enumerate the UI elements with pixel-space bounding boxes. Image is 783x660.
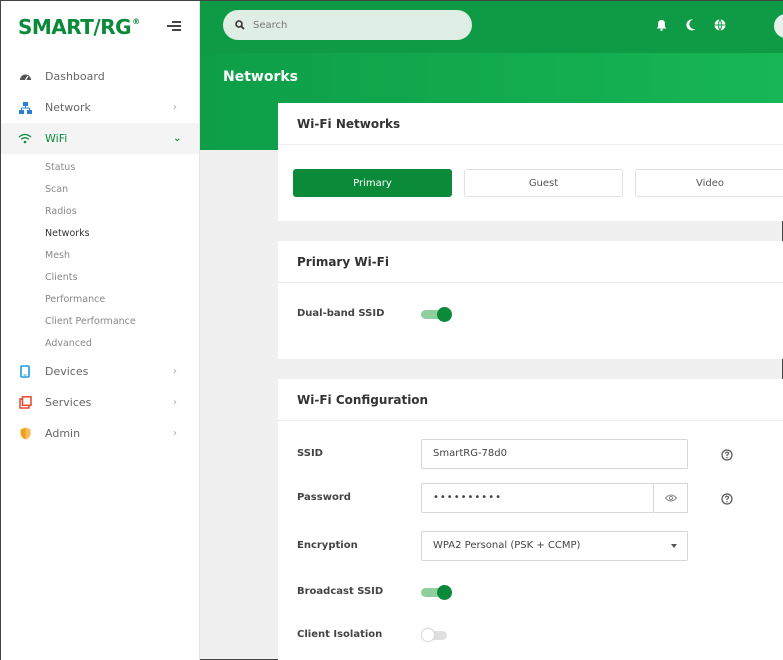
bell-icon[interactable] — [656, 19, 667, 31]
subnav-item-performance[interactable]: Performance — [1, 289, 199, 311]
subnav-item-mesh[interactable]: Mesh — [1, 245, 199, 267]
sidebar-item-label: Devices — [45, 365, 89, 378]
wifi-configuration-card: Wi-Fi Configuration SSID SmartRG-78d0 Pa… — [278, 379, 783, 660]
card-title: Wi-Fi Configuration — [278, 379, 783, 421]
card-title: Primary Wi-Fi — [278, 241, 783, 283]
sidebar: SMART/RG® Dashboard Network › WiFi ⌄ Sta… — [1, 1, 200, 660]
chevron-right-icon: › — [173, 397, 177, 408]
dual-band-toggle[interactable] — [421, 307, 453, 322]
subnav-item-clients[interactable]: Clients — [1, 267, 199, 289]
wifi-networks-card: Wi-Fi Networks Primary Guest Video — [278, 103, 783, 221]
subnav-item-client-performance[interactable]: Client Performance — [1, 311, 199, 333]
sidebar-item-label: Admin — [45, 427, 81, 440]
sidebar-nav: Dashboard Network › WiFi ⌄ Status Scan R… — [1, 61, 199, 449]
search-icon — [235, 20, 245, 30]
tab-video[interactable]: Video — [635, 169, 783, 197]
show-password-button[interactable] — [654, 483, 688, 513]
globe-icon[interactable] — [714, 19, 726, 31]
page-title: Networks — [223, 69, 299, 85]
dashboard-icon — [18, 70, 32, 84]
client-isolation-label: Client Isolation — [297, 629, 383, 640]
encryption-label: Encryption — [297, 540, 358, 551]
password-label: Password — [297, 492, 351, 503]
encryption-select[interactable]: WPA2 Personal (PSK + CCMP) — [421, 531, 688, 561]
help-icon[interactable] — [721, 449, 733, 461]
subnav-item-scan[interactable]: Scan — [1, 179, 199, 201]
sidebar-item-services[interactable]: Services › — [1, 387, 199, 418]
help-icon[interactable] — [721, 493, 733, 505]
broadcast-ssid-label: Broadcast SSID — [297, 586, 384, 597]
caret-down-icon — [671, 544, 677, 548]
chevron-right-icon: › — [173, 428, 177, 439]
card-title: Wi-Fi Networks — [278, 103, 783, 145]
menu-toggle-icon[interactable] — [167, 21, 181, 32]
password-input[interactable]: •••••••••• — [421, 483, 654, 513]
chevron-right-icon: › — [173, 102, 177, 113]
search-placeholder: Search — [253, 19, 288, 31]
wifi-subnav: Status Scan Radios Networks Mesh Clients… — [1, 154, 199, 356]
avatar[interactable] — [774, 14, 783, 38]
sidebar-item-devices[interactable]: Devices › — [1, 356, 199, 387]
sidebar-item-label: Dashboard — [45, 70, 105, 83]
chevron-right-icon: › — [173, 366, 177, 377]
eye-icon — [664, 494, 677, 502]
chevron-down-icon: ⌄ — [173, 133, 182, 144]
sidebar-item-label: Network — [45, 101, 91, 114]
search-input[interactable]: Search — [223, 10, 472, 40]
broadcast-ssid-toggle[interactable] — [421, 585, 453, 600]
network-icon — [18, 101, 32, 115]
brand-logo[interactable]: SMART/RG® — [18, 15, 140, 39]
sidebar-item-admin[interactable]: Admin › — [1, 418, 199, 449]
network-tabs: Primary Guest Video — [293, 169, 783, 197]
tab-guest[interactable]: Guest — [464, 169, 623, 197]
ssid-label: SSID — [297, 448, 323, 459]
primary-wifi-card: Primary Wi-Fi Dual-band SSID — [278, 241, 783, 359]
sidebar-item-wifi[interactable]: WiFi ⌄ — [1, 123, 199, 154]
sidebar-item-network[interactable]: Network › — [1, 92, 199, 123]
subnav-item-status[interactable]: Status — [1, 157, 199, 179]
top-bar: Search — [200, 1, 783, 53]
ssid-input[interactable]: SmartRG-78d0 — [421, 439, 688, 469]
subnav-item-networks[interactable]: Networks — [1, 223, 199, 245]
wifi-icon — [18, 132, 32, 146]
encryption-value: WPA2 Personal (PSK + CCMP) — [433, 540, 581, 551]
admin-icon — [18, 427, 32, 441]
moon-icon[interactable] — [686, 19, 696, 31]
client-isolation-toggle[interactable] — [421, 628, 453, 642]
sidebar-item-label: WiFi — [45, 132, 68, 145]
devices-icon — [18, 365, 32, 379]
dual-band-label: Dual-band SSID — [297, 308, 385, 319]
sidebar-item-dashboard[interactable]: Dashboard — [1, 61, 199, 92]
sidebar-item-label: Services — [45, 396, 92, 409]
services-icon — [18, 396, 32, 410]
tab-primary[interactable]: Primary — [293, 169, 452, 197]
subnav-item-radios[interactable]: Radios — [1, 201, 199, 223]
brand-header: SMART/RG® — [1, 1, 199, 53]
subnav-item-advanced[interactable]: Advanced — [1, 333, 199, 355]
